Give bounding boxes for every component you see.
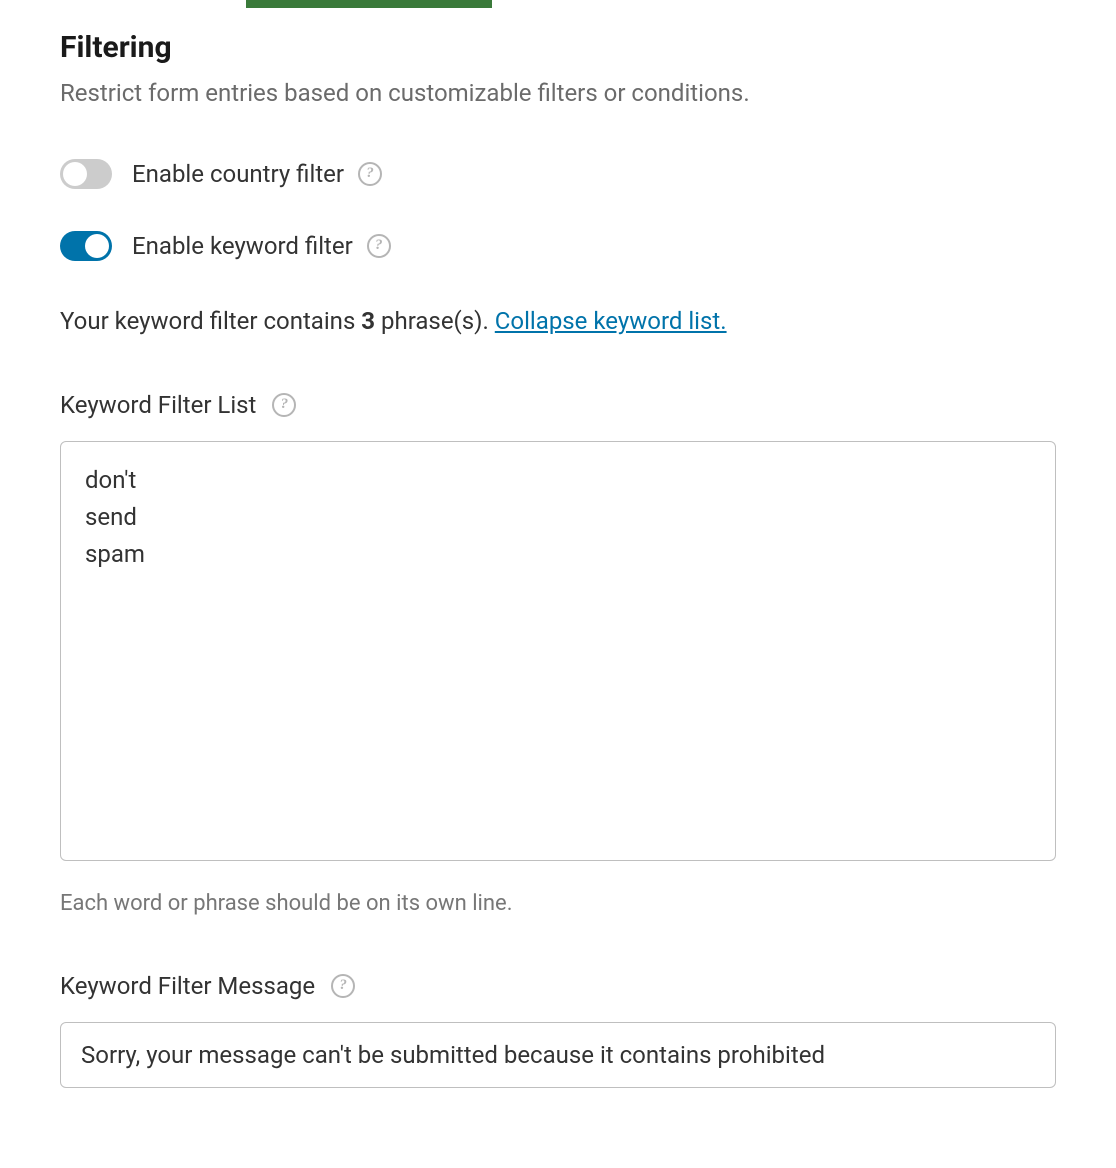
help-icon[interactable]: ? bbox=[367, 234, 391, 258]
help-icon[interactable]: ? bbox=[272, 393, 296, 417]
keyword-filter-label: Enable keyword filter bbox=[132, 232, 353, 260]
keyword-filter-list-label: Keyword Filter List bbox=[60, 391, 256, 419]
keyword-filter-toggle[interactable] bbox=[60, 231, 112, 261]
country-filter-toggle[interactable] bbox=[60, 159, 112, 189]
help-icon[interactable]: ? bbox=[331, 974, 355, 998]
decorative-bar bbox=[246, 0, 492, 8]
country-filter-label: Enable country filter bbox=[132, 160, 344, 188]
country-filter-row: Enable country filter ? bbox=[60, 159, 1056, 189]
filtering-description: Restrict form entries based on customiza… bbox=[60, 77, 1056, 111]
keyword-filter-list-textarea[interactable] bbox=[60, 441, 1056, 861]
keyword-filter-row: Enable keyword filter ? bbox=[60, 231, 1056, 261]
collapse-keyword-list-link[interactable]: Collapse keyword list. bbox=[495, 307, 727, 335]
keyword-filter-message-label: Keyword Filter Message bbox=[60, 972, 315, 1000]
keyword-filter-status: Your keyword filter contains 3 phrase(s)… bbox=[60, 303, 1056, 339]
keyword-filter-list-hint: Each word or phrase should be on its own… bbox=[60, 891, 1056, 916]
keyword-count: 3 bbox=[361, 307, 375, 335]
keyword-filter-message-input[interactable] bbox=[60, 1022, 1056, 1088]
filtering-heading: Filtering bbox=[60, 30, 1056, 65]
help-icon[interactable]: ? bbox=[358, 162, 382, 186]
